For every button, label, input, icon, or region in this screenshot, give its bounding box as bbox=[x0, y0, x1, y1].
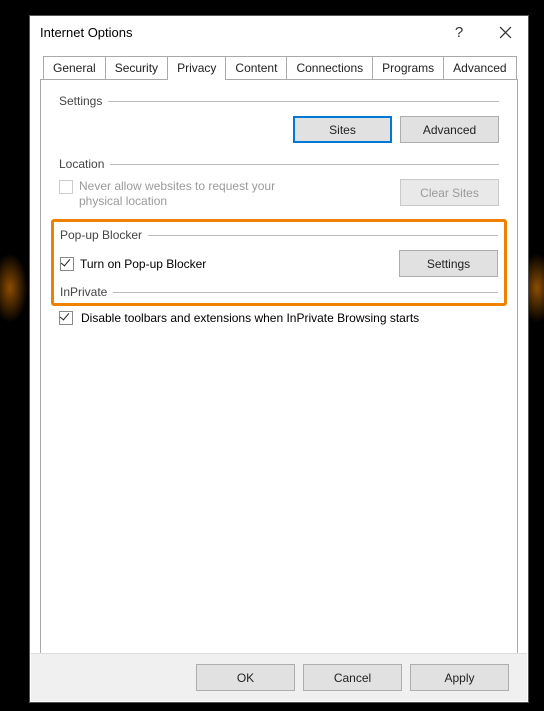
dialog-button-bar: OK Cancel Apply bbox=[31, 653, 527, 701]
cancel-button[interactable]: Cancel bbox=[303, 664, 402, 691]
inprivate-group-header: InPrivate bbox=[60, 285, 498, 299]
disable-toolbars-inprivate-label: Disable toolbars and extensions when InP… bbox=[81, 311, 419, 325]
settings-group-header: Settings bbox=[59, 94, 499, 108]
turn-on-popup-blocker-label: Turn on Pop-up Blocker bbox=[80, 257, 206, 271]
tab-privacy[interactable]: Privacy bbox=[167, 56, 226, 80]
tab-panel-privacy: Settings Sites Advanced Location Never a… bbox=[40, 79, 518, 669]
tab-security[interactable]: Security bbox=[105, 56, 168, 79]
settings-group-label: Settings bbox=[59, 94, 108, 108]
help-button[interactable]: ? bbox=[436, 18, 482, 48]
tab-content[interactable]: Content bbox=[225, 56, 287, 79]
titlebar: Internet Options ? bbox=[30, 16, 528, 49]
close-icon bbox=[499, 26, 512, 39]
highlight-glow bbox=[0, 253, 28, 323]
apply-button[interactable]: Apply bbox=[410, 664, 509, 691]
never-allow-location-checkbox[interactable] bbox=[59, 180, 73, 194]
tab-advanced[interactable]: Advanced bbox=[443, 56, 516, 79]
advanced-button[interactable]: Advanced bbox=[400, 116, 499, 143]
dialog-title: Internet Options bbox=[40, 25, 133, 40]
sites-button[interactable]: Sites bbox=[293, 116, 392, 143]
popup-blocker-settings-button[interactable]: Settings bbox=[399, 250, 498, 277]
disable-toolbars-inprivate-checkbox[interactable] bbox=[59, 311, 73, 325]
close-button[interactable] bbox=[482, 18, 528, 48]
never-allow-location-label: Never allow websites to request your phy… bbox=[79, 179, 319, 209]
turn-on-popup-blocker-checkbox[interactable] bbox=[60, 257, 74, 271]
location-group-label: Location bbox=[59, 157, 110, 171]
internet-options-dialog: Internet Options ? General Security Priv… bbox=[29, 15, 529, 703]
tab-general[interactable]: General bbox=[43, 56, 106, 79]
tab-strip: General Security Privacy Content Connect… bbox=[40, 53, 518, 79]
popup-blocker-highlight: Pop-up Blocker Turn on Pop-up Blocker Se… bbox=[51, 219, 507, 306]
clear-sites-button: Clear Sites bbox=[400, 179, 499, 206]
ok-button[interactable]: OK bbox=[196, 664, 295, 691]
tab-programs[interactable]: Programs bbox=[372, 56, 444, 79]
location-group-header: Location bbox=[59, 157, 499, 171]
tab-connections[interactable]: Connections bbox=[286, 56, 373, 79]
popup-blocker-group-header: Pop-up Blocker bbox=[60, 228, 498, 242]
popup-blocker-group-label: Pop-up Blocker bbox=[60, 228, 148, 242]
inprivate-group-label: InPrivate bbox=[60, 285, 113, 299]
